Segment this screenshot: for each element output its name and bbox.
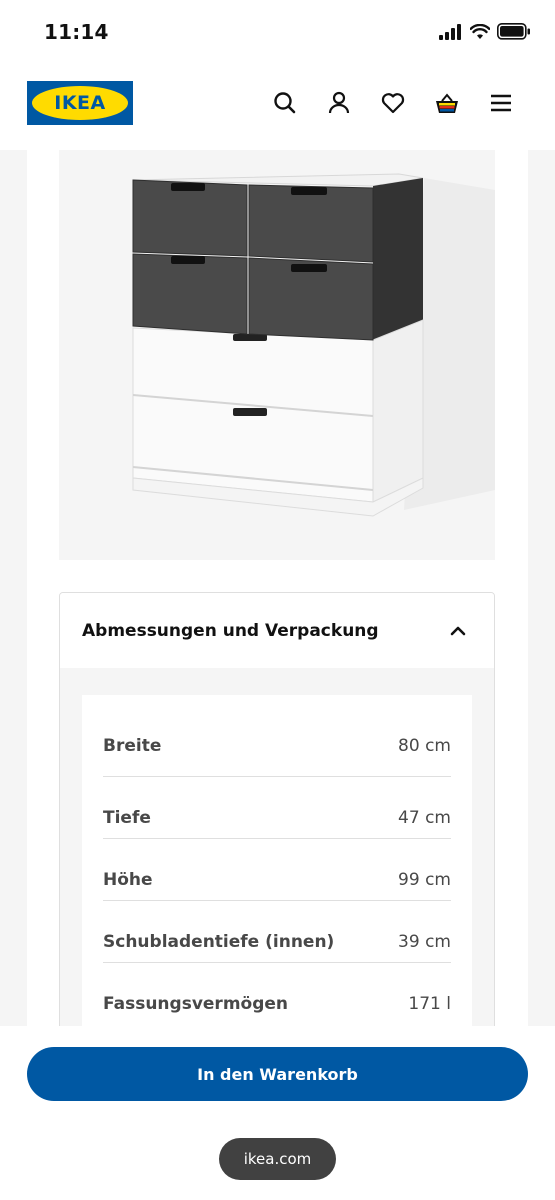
search-icon[interactable] (271, 89, 299, 117)
basket-icon[interactable] (433, 89, 461, 117)
heart-icon[interactable] (379, 89, 407, 117)
logo-text: IKEA (54, 92, 106, 114)
product-content: Abmessungen und Verpackung Breite 80 cm … (27, 150, 528, 1026)
spec-value: 39 cm (398, 931, 451, 952)
spec-value: 171 l (408, 994, 451, 1014)
status-icons (439, 23, 531, 40)
header-icons (271, 89, 515, 117)
spec-row-fassungsvermoegen: Fassungsvermögen 171 l (103, 963, 451, 1025)
spec-label: Höhe (103, 869, 153, 890)
spec-label: Schubladentiefe (innen) (103, 931, 335, 952)
wifi-icon (470, 23, 490, 39)
spec-label: Fassungsvermögen (103, 994, 289, 1014)
add-to-cart-button[interactable]: In den Warenkorb (27, 1047, 528, 1101)
chevron-up-icon[interactable] (448, 621, 468, 641)
menu-icon[interactable] (487, 89, 515, 117)
accordion-body: Breite 80 cm Tiefe 47 cm Höhe 99 cm Schu… (60, 668, 494, 1026)
accordion-header[interactable]: Abmessungen und Verpackung (60, 593, 494, 668)
browser-url-pill[interactable]: ikea.com (219, 1138, 336, 1180)
spec-value: 47 cm (398, 807, 451, 828)
spec-row-schubladentiefe: Schubladentiefe (innen) 39 cm (103, 901, 451, 963)
ikea-logo[interactable]: IKEA (27, 81, 133, 125)
spec-label: Tiefe (103, 807, 151, 828)
battery-icon (497, 23, 530, 40)
logo-oval: IKEA (32, 86, 128, 120)
bottom-bar: In den Warenkorb ikea.com (0, 1026, 555, 1200)
accordion-title: Abmessungen und Verpackung (82, 621, 379, 641)
dimensions-accordion: Abmessungen und Verpackung Breite 80 cm … (59, 592, 495, 1026)
spec-row-tiefe: Tiefe 47 cm (103, 777, 451, 839)
spec-value: 80 cm (398, 735, 451, 756)
user-icon[interactable] (325, 89, 353, 117)
spec-row-breite: Breite 80 cm (103, 695, 451, 777)
spec-label: Breite (103, 735, 162, 756)
product-image[interactable] (59, 150, 495, 560)
spec-row-hoehe: Höhe 99 cm (103, 839, 451, 901)
status-time: 11:14 (44, 20, 109, 44)
spec-value: 99 cm (398, 869, 451, 890)
spec-table: Breite 80 cm Tiefe 47 cm Höhe 99 cm Schu… (82, 695, 472, 1026)
status-bar: 11:14 (0, 0, 555, 64)
signal-icon (439, 23, 461, 40)
site-header: IKEA (0, 64, 555, 150)
